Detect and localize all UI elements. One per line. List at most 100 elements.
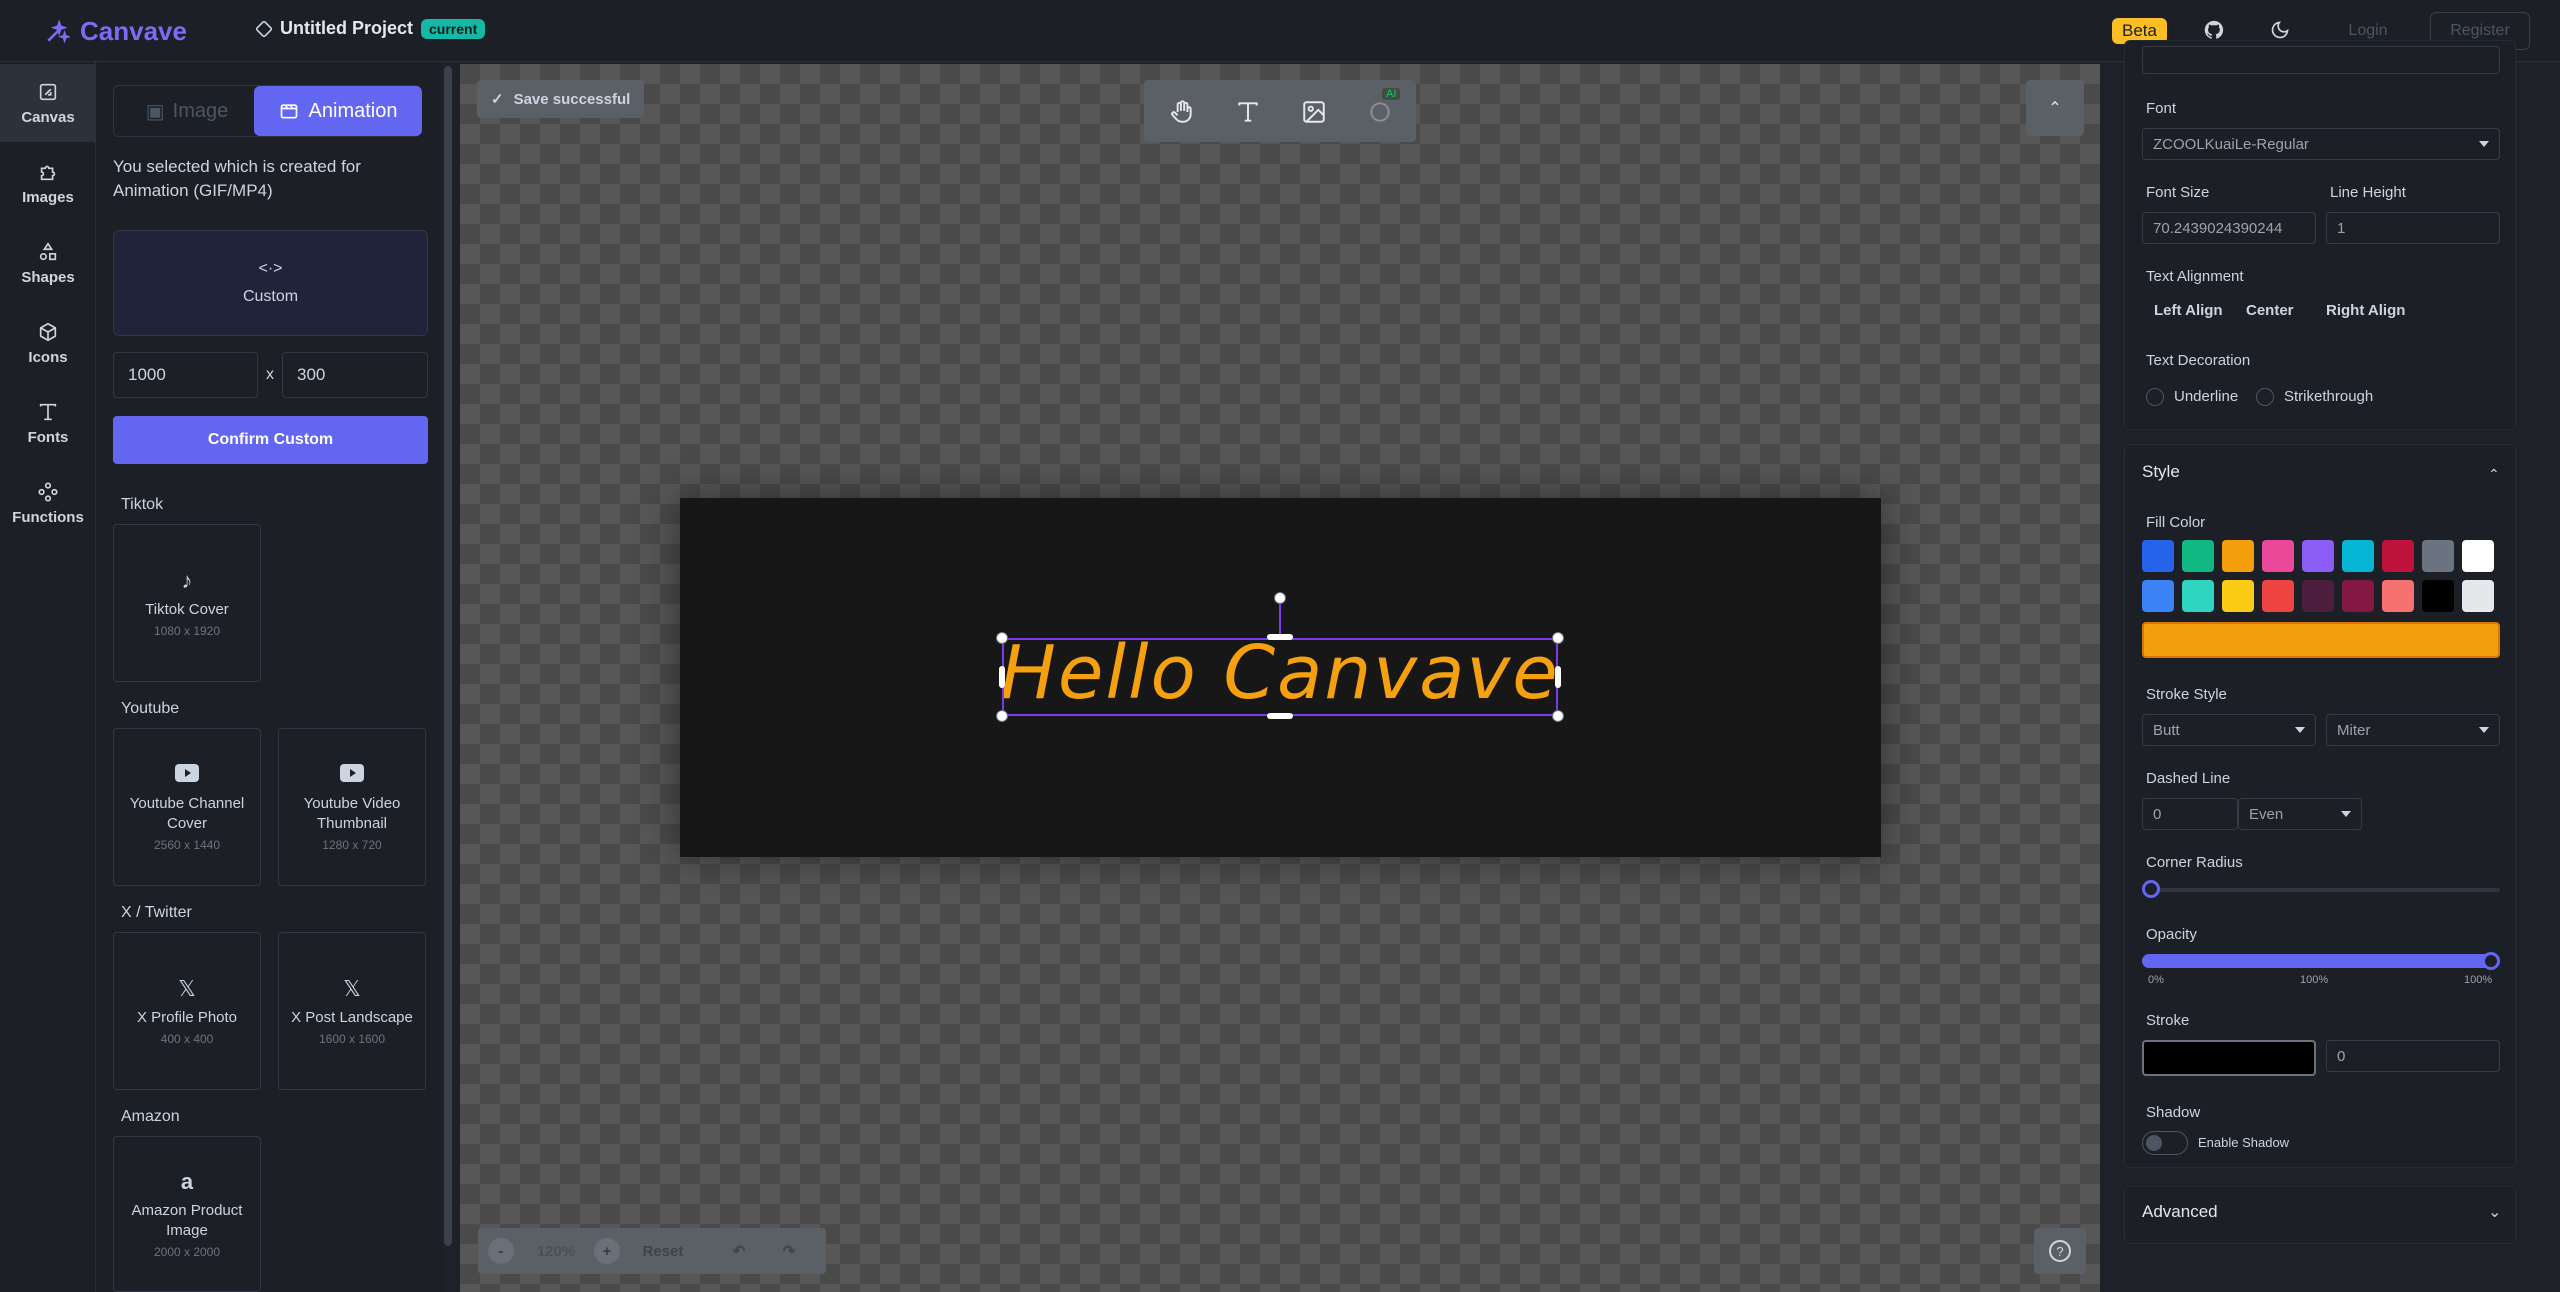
style-title[interactable]: Style xyxy=(2142,462,2180,482)
preset-card-tiktok-cover[interactable]: ♪ Tiktok Cover 1080 x 1920 xyxy=(113,524,261,682)
height-input[interactable]: 300 xyxy=(282,352,428,398)
fill-swatch[interactable] xyxy=(2182,580,2214,612)
dashed-line-input[interactable]: 0 xyxy=(2142,798,2238,830)
fill-swatch[interactable] xyxy=(2262,580,2294,612)
rail-item-fonts[interactable]: Fonts xyxy=(0,384,96,462)
line-height-input[interactable]: 1 xyxy=(2326,212,2500,244)
strikethrough-checkbox[interactable] xyxy=(2256,388,2274,406)
canvas-toolbar xyxy=(1144,80,1416,142)
image-tool[interactable] xyxy=(1296,94,1332,130)
fill-swatch[interactable] xyxy=(2462,540,2494,572)
card-size: 1080 x 1920 xyxy=(153,624,221,638)
stroke-color-picker[interactable] xyxy=(2142,1040,2316,1076)
fill-swatch[interactable] xyxy=(2382,580,2414,612)
tab-animation[interactable]: Animation xyxy=(254,86,422,136)
underline-checkbox[interactable] xyxy=(2146,388,2164,406)
fill-swatch[interactable] xyxy=(2182,540,2214,572)
preset-card-x-profile-photo[interactable]: 𝕏 X Profile Photo 400 x 400 xyxy=(113,932,261,1090)
rail-item-functions[interactable]: Functions xyxy=(0,464,96,542)
preset-card-x-post-landscape[interactable]: 𝕏 X Post Landscape 1600 x 1600 xyxy=(278,932,426,1090)
right-align-button[interactable]: Right Align xyxy=(2326,302,2405,319)
advanced-title[interactable]: Advanced xyxy=(2142,1202,2218,1222)
app-logo[interactable]: Canvave xyxy=(44,16,187,47)
rotate-handle[interactable] xyxy=(1274,592,1286,604)
help-button[interactable]: ? xyxy=(2034,1228,2086,1274)
resize-handle-bottom-left[interactable] xyxy=(996,710,1008,722)
stroke-style-label: Stroke Style xyxy=(2146,686,2227,703)
rail-item-canvas[interactable]: Canvas xyxy=(0,64,96,142)
text-content-textarea[interactable] xyxy=(2142,46,2500,74)
chevron-down-icon xyxy=(2479,141,2489,147)
text-alignment-label: Text Alignment xyxy=(2146,268,2244,285)
rail-item-images[interactable]: Images xyxy=(0,144,96,222)
dashed-mode-select[interactable]: Even xyxy=(2238,798,2362,830)
card-title: Amazon Product Image xyxy=(131,1202,243,1239)
fill-swatch[interactable] xyxy=(2262,540,2294,572)
preset-card-amazon-product-image[interactable]: a Amazon Product Image 2000 x 2000 xyxy=(113,1136,261,1292)
panel-scrollbar[interactable] xyxy=(444,66,452,1246)
center-align-button[interactable]: Center xyxy=(2246,302,2294,319)
fill-swatch[interactable] xyxy=(2222,580,2254,612)
opacity-slider[interactable] xyxy=(2142,954,2500,968)
tab-image[interactable]: ▣ Image xyxy=(118,86,256,136)
fill-swatch[interactable] xyxy=(2382,540,2414,572)
corner-radius-knob[interactable] xyxy=(2142,880,2160,898)
selection-box[interactable] xyxy=(1002,638,1558,716)
rail-label: Icons xyxy=(28,348,68,366)
fill-swatch[interactable] xyxy=(2342,580,2374,612)
project-title[interactable]: Untitled Project current xyxy=(254,18,486,39)
x-icon: 𝕏 xyxy=(178,976,196,1001)
resize-handle-top[interactable] xyxy=(1267,634,1293,640)
redo-icon[interactable]: ↷ xyxy=(774,1238,804,1264)
fill-swatch[interactable] xyxy=(2142,580,2174,612)
resize-handle-bottom-right[interactable] xyxy=(1552,710,1564,722)
rail-item-shapes[interactable]: Shapes xyxy=(0,224,96,302)
chevron-up-icon[interactable]: ⌃ xyxy=(2488,466,2500,483)
stroke-join-select[interactable]: Miter xyxy=(2326,714,2500,746)
fill-color-picker[interactable] xyxy=(2142,622,2500,658)
stroke-width-input[interactable]: 0 xyxy=(2326,1040,2500,1072)
hand-tool[interactable] xyxy=(1164,94,1200,130)
zoom-in-button[interactable]: + xyxy=(594,1238,620,1264)
font-size-input[interactable]: 70.2439024390244 xyxy=(2142,212,2316,244)
fill-swatch[interactable] xyxy=(2422,580,2454,612)
resize-handle-left[interactable] xyxy=(999,666,1005,688)
undo-icon[interactable]: ↶ xyxy=(724,1238,754,1264)
help-icon: ? xyxy=(2049,1240,2071,1262)
left-align-button[interactable]: Left Align xyxy=(2154,302,2223,319)
custom-size-card[interactable]: <·> Custom xyxy=(113,230,428,336)
resize-handle-right[interactable] xyxy=(1555,666,1561,688)
width-input[interactable]: 1000 xyxy=(113,352,258,398)
rail-item-icons[interactable]: Icons xyxy=(0,304,96,382)
fill-swatch[interactable] xyxy=(2142,540,2174,572)
fill-swatch[interactable] xyxy=(2302,580,2334,612)
reset-zoom-button[interactable]: Reset xyxy=(632,1238,694,1264)
shadow-toggle[interactable] xyxy=(2142,1131,2188,1155)
canvas-icon xyxy=(39,83,57,100)
strikethrough-label: Strikethrough xyxy=(2284,388,2374,405)
rail-label: Shapes xyxy=(21,268,75,286)
fill-swatch[interactable] xyxy=(2342,540,2374,572)
corner-radius-slider[interactable] xyxy=(2142,888,2500,892)
zoom-out-button[interactable]: - xyxy=(488,1238,514,1264)
section-title: X / Twitter xyxy=(121,904,192,921)
resize-handle-top-left[interactable] xyxy=(996,632,1008,644)
resize-handle-bottom[interactable] xyxy=(1267,713,1293,719)
fill-swatch[interactable] xyxy=(2422,540,2454,572)
preset-card-youtube-video-thumbnail[interactable]: Youtube Video Thumbnail 1280 x 720 xyxy=(278,728,426,886)
confirm-custom-button[interactable]: Confirm Custom xyxy=(113,416,428,464)
text-tool[interactable] xyxy=(1230,94,1266,130)
preset-card-youtube-channel-cover[interactable]: Youtube Channel Cover 2560 x 1440 xyxy=(113,728,261,886)
underline-label: Underline xyxy=(2174,388,2239,405)
fill-swatch[interactable] xyxy=(2302,540,2334,572)
tab-image-label: Image xyxy=(172,99,229,122)
opacity-knob[interactable] xyxy=(2482,952,2500,970)
resize-handle-top-right[interactable] xyxy=(1552,632,1564,644)
font-select[interactable]: ZCOOLKuaiLe-Regular xyxy=(2142,128,2500,160)
stroke-join-value: Miter xyxy=(2337,721,2371,739)
stroke-cap-select[interactable]: Butt xyxy=(2142,714,2316,746)
fill-swatch[interactable] xyxy=(2462,580,2494,612)
fill-swatch[interactable] xyxy=(2222,540,2254,572)
expand-button[interactable]: ⌃ xyxy=(2026,80,2084,136)
chevron-down-icon[interactable]: ⌄ xyxy=(2488,1202,2501,1222)
